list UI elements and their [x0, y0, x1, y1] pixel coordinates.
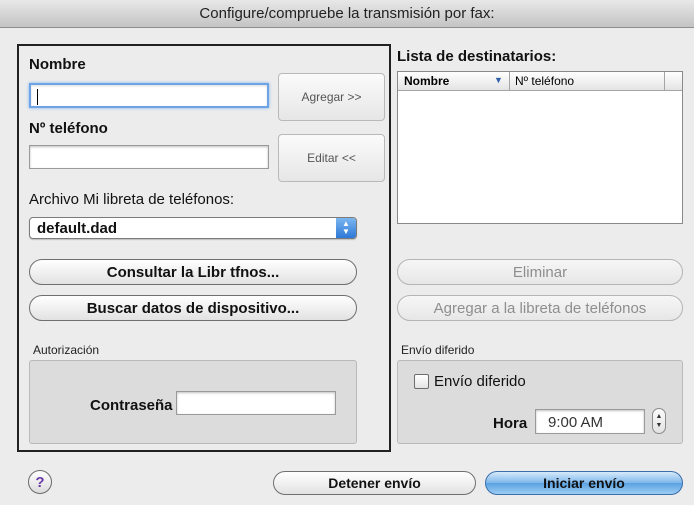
editar-button[interactable]: Editar << [278, 134, 385, 182]
agregar-button[interactable]: Agregar >> [278, 73, 385, 121]
hora-input[interactable]: 9:00 AM [535, 409, 645, 434]
column-separator [664, 72, 665, 91]
consultar-libreta-label: Consultar la Libr tfnos... [106, 263, 280, 281]
eliminar-label: Eliminar [512, 263, 568, 281]
iniciar-envio-button[interactable]: Iniciar envío [485, 471, 683, 495]
hora-label: Hora [493, 415, 528, 432]
buscar-datos-label: Buscar datos de dispositivo... [86, 299, 300, 317]
column-separator [509, 72, 510, 91]
table-header: Nombre ▼ Nº teléfono [398, 72, 682, 91]
envio-diferido-checkbox-label[interactable]: Envío diferido [434, 373, 526, 390]
autorizacion-label: Autorización [33, 343, 100, 357]
agregar-libreta-label: Agregar a la libreta de teléfonos [433, 299, 647, 317]
eliminar-button[interactable]: Eliminar [397, 259, 683, 285]
text-caret [37, 89, 38, 105]
sort-down-icon: ▼ [494, 75, 503, 85]
iniciar-envio-label: Iniciar envío [543, 475, 625, 491]
archivo-label: Archivo Mi libreta de teléfonos: [29, 191, 235, 208]
buscar-datos-button[interactable]: Buscar datos de dispositivo... [29, 295, 357, 321]
recipients-table[interactable]: Nombre ▼ Nº teléfono [397, 71, 683, 224]
libreta-select-value: default.dad [37, 220, 118, 237]
contrasena-label: Contraseña [90, 397, 173, 414]
hora-value: 9:00 AM [548, 414, 604, 431]
envio-diferido-group-label: Envío diferido [401, 343, 475, 357]
consultar-libreta-button[interactable]: Consultar la Libr tfnos... [29, 259, 357, 285]
nombre-input[interactable] [29, 83, 269, 108]
hora-stepper[interactable]: ▲ ▼ [652, 408, 666, 434]
stepper-down-icon[interactable]: ▼ [656, 421, 663, 430]
agregar-button-label: Agregar >> [301, 90, 362, 104]
telefono-input[interactable] [29, 145, 269, 169]
select-arrows-icon: ▲ ▼ [336, 218, 356, 238]
envio-diferido-checkbox[interactable] [414, 374, 429, 389]
agregar-libreta-button[interactable]: Agregar a la libreta de teléfonos [397, 295, 683, 321]
nombre-label: Nombre [29, 56, 86, 73]
lista-destinatarios-label: Lista de destinatarios: [397, 48, 557, 65]
contrasena-input[interactable] [176, 391, 336, 415]
window-title: Configure/compruebe la transmisión por f… [199, 5, 495, 22]
help-button[interactable]: ? [28, 470, 52, 494]
detener-envio-button[interactable]: Detener envío [273, 471, 476, 495]
detener-envio-label: Detener envío [328, 475, 421, 491]
column-header-telefono[interactable]: Nº teléfono [515, 74, 574, 88]
window-title-bar: Configure/compruebe la transmisión por f… [0, 0, 694, 28]
editar-button-label: Editar << [307, 151, 356, 165]
libreta-select[interactable]: default.dad ▲ ▼ [29, 217, 357, 239]
help-icon: ? [35, 473, 45, 491]
stepper-up-icon[interactable]: ▲ [656, 412, 663, 421]
telefono-label: Nº teléfono [29, 120, 108, 137]
column-header-nombre[interactable]: Nombre [404, 74, 449, 88]
